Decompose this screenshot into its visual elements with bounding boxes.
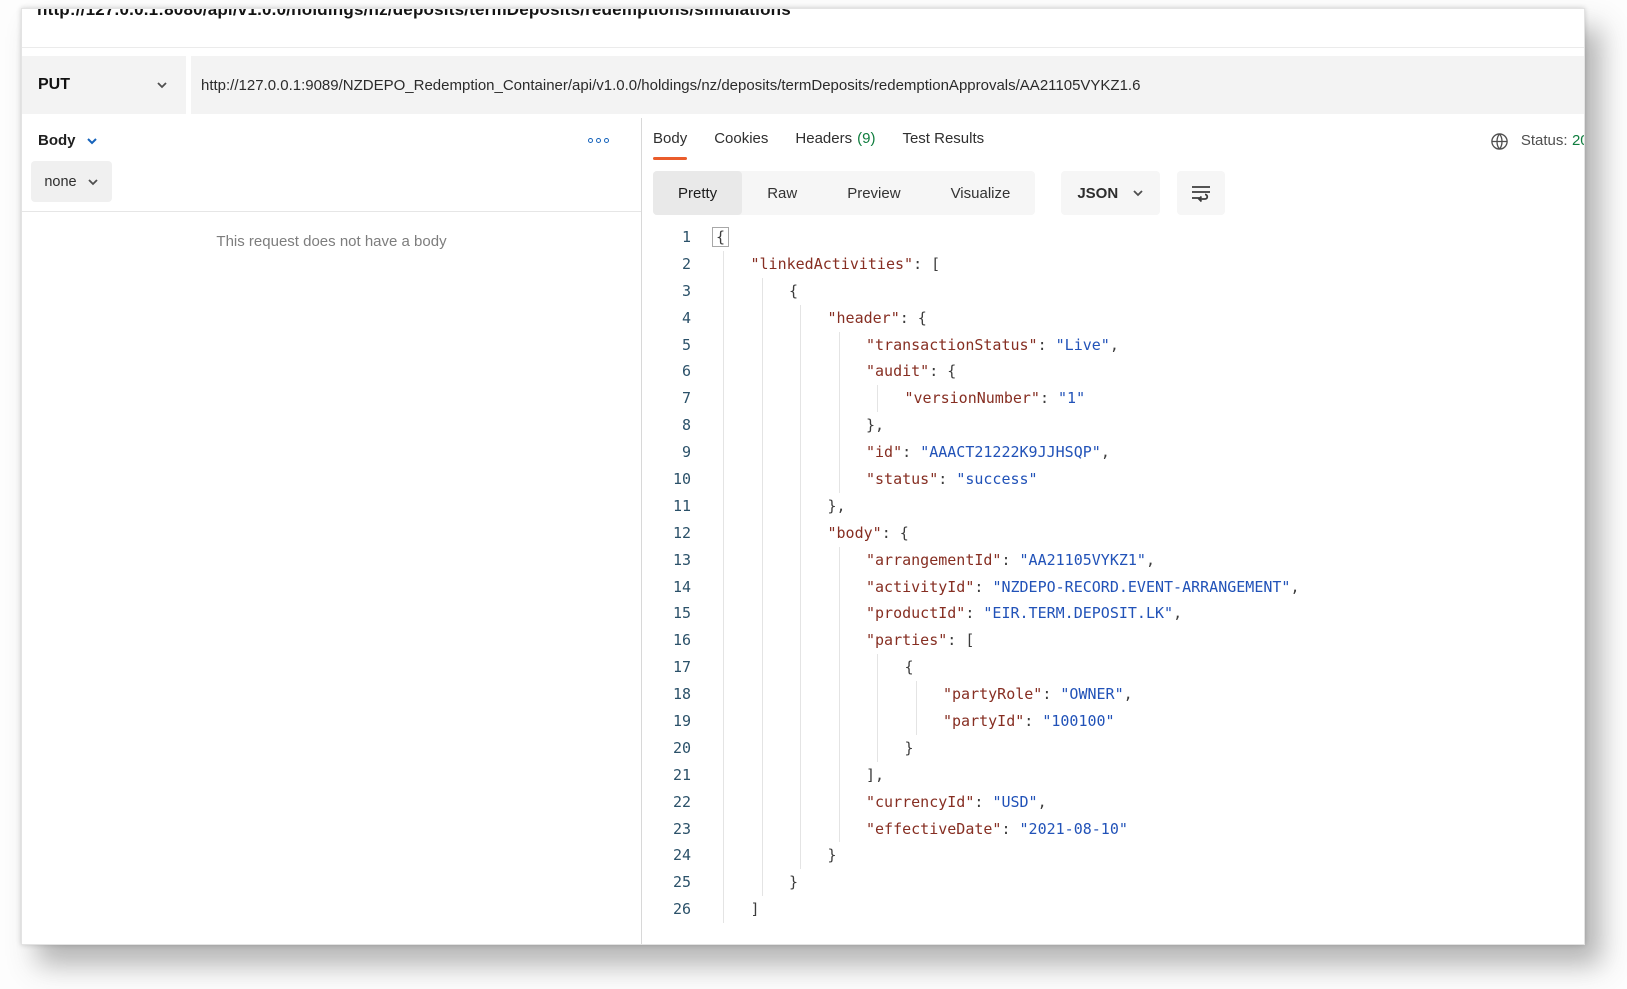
view-mode-visualize[interactable]: Visualize: [926, 171, 1036, 215]
code-line: 11},: [653, 493, 1584, 520]
tab-label: Headers: [795, 130, 852, 147]
code-line: 24}: [653, 842, 1584, 869]
line-number: 22: [653, 789, 712, 816]
code-line: 10"status": "success": [653, 466, 1584, 493]
url-text: http://127.0.0.1:9089/NZDEPO_Redemption_…: [201, 77, 1140, 94]
code-line: 17{: [653, 654, 1584, 681]
tab-body[interactable]: Body: [653, 118, 687, 164]
line-number: 18: [653, 681, 712, 708]
line-number: 8: [653, 412, 712, 439]
code-line: 3{: [653, 278, 1584, 305]
line-number: 23: [653, 816, 712, 843]
more-options-icon[interactable]: [584, 134, 613, 147]
line-number: 11: [653, 493, 712, 520]
line-number: 19: [653, 708, 712, 735]
tab-cookies[interactable]: Cookies: [714, 118, 768, 164]
method-label: PUT: [38, 76, 70, 94]
line-number: 20: [653, 735, 712, 762]
body-type-select[interactable]: none: [31, 161, 112, 202]
line-number: 2: [653, 251, 712, 278]
line-number: 15: [653, 600, 712, 627]
view-mode-switch: PrettyRawPreviewVisualize: [653, 171, 1035, 215]
chevron-down-icon: [156, 79, 168, 91]
code-line: 4"header": {: [653, 305, 1584, 332]
divider: [22, 211, 641, 212]
response-body-code[interactable]: 1{2"linkedActivities": [3{4"header": {5"…: [653, 224, 1584, 923]
wrap-lines-button[interactable]: [1177, 171, 1225, 215]
code-line: 15"productId": "EIR.TERM.DEPOSIT.LK",: [653, 600, 1584, 627]
line-number: 14: [653, 574, 712, 601]
code-line: 13"arrangementId": "AA21105VYKZ1",: [653, 547, 1584, 574]
tab-label: Test Results: [902, 130, 984, 147]
line-number: 6: [653, 358, 712, 385]
line-number: 26: [653, 896, 712, 923]
divider: [22, 47, 1584, 48]
line-number: 10: [653, 466, 712, 493]
code-line: 21],: [653, 762, 1584, 789]
code-line: 18"partyRole": "OWNER",: [653, 681, 1584, 708]
code-line: 7"versionNumber": "1": [653, 385, 1584, 412]
tab-label: Body: [653, 130, 687, 147]
previous-request-url-clipped: http://127.0.0.1:8080/api/v1.0.0/holding…: [22, 9, 1584, 47]
code-line: 9"id": "AAACT21222K9JJHSQP",: [653, 439, 1584, 466]
response-toolbar: PrettyRawPreviewVisualize JSON: [653, 171, 1584, 215]
view-mode-preview[interactable]: Preview: [822, 171, 925, 215]
language-label: JSON: [1077, 185, 1118, 202]
status-label: Status:: [1521, 132, 1568, 149]
wrap-lines-icon: [1190, 183, 1212, 203]
tab-count-badge: (9): [857, 130, 875, 147]
code-line: 8},: [653, 412, 1584, 439]
url-input[interactable]: http://127.0.0.1:9089/NZDEPO_Redemption_…: [191, 56, 1584, 114]
line-number: 9: [653, 439, 712, 466]
code-line: 5"transactionStatus": "Live",: [653, 332, 1584, 359]
line-number: 5: [653, 332, 712, 359]
request-bar: PUT http://127.0.0.1:9089/NZDEPO_Redempt…: [22, 56, 1584, 114]
chevron-down-icon: [86, 135, 98, 147]
line-number: 25: [653, 869, 712, 896]
code-line: 19"partyId": "100100": [653, 708, 1584, 735]
status-value: 200: [1572, 132, 1585, 149]
line-number: 17: [653, 654, 712, 681]
code-line: 16"parties": [: [653, 627, 1584, 654]
code-line: 20}: [653, 735, 1584, 762]
body-section-label: Body: [38, 132, 76, 149]
line-number: 24: [653, 842, 712, 869]
code-line: 6"audit": {: [653, 358, 1584, 385]
response-panel: Body Cookies Headers (9) Test Results Status…: [642, 118, 1584, 944]
view-mode-pretty[interactable]: Pretty: [653, 171, 742, 215]
line-number: 12: [653, 520, 712, 547]
tab-test-results[interactable]: Test Results: [902, 118, 984, 164]
line-number: 13: [653, 547, 712, 574]
line-number: 1: [653, 224, 712, 251]
line-number: 3: [653, 278, 712, 305]
line-number: 4: [653, 305, 712, 332]
method-select[interactable]: PUT: [22, 56, 186, 114]
code-line: 25}: [653, 869, 1584, 896]
code-line: 1{: [653, 224, 1584, 251]
code-line: 23"effectiveDate": "2021-08-10": [653, 816, 1584, 843]
view-mode-raw[interactable]: Raw: [742, 171, 822, 215]
code-line: 2"linkedActivities": [: [653, 251, 1584, 278]
body-section-toggle[interactable]: Body: [38, 132, 98, 149]
code-line: 26]: [653, 896, 1584, 923]
request-body-panel: Body none This request does not have a b…: [22, 118, 642, 944]
line-number: 21: [653, 762, 712, 789]
code-line: 22"currencyId": "USD",: [653, 789, 1584, 816]
line-number: 16: [653, 627, 712, 654]
language-select[interactable]: JSON: [1061, 171, 1160, 215]
code-line: 14"activityId": "NZDEPO-RECORD.EVENT-ARR…: [653, 574, 1584, 601]
globe-icon: [1490, 132, 1509, 151]
chevron-down-icon: [1132, 187, 1144, 199]
empty-body-message: This request does not have a body: [22, 233, 641, 250]
tab-label: Cookies: [714, 130, 768, 147]
app-window: http://127.0.0.1:8080/api/v1.0.0/holding…: [21, 8, 1585, 945]
status-area: Status: 200: [1490, 118, 1585, 164]
response-tabs: Body Cookies Headers (9) Test Results: [653, 118, 984, 164]
line-number: 7: [653, 385, 712, 412]
tab-headers[interactable]: Headers (9): [795, 118, 875, 164]
chevron-down-icon: [87, 176, 99, 188]
previous-url-text: http://127.0.0.1:8080/api/v1.0.0/holding…: [37, 9, 791, 20]
body-type-label: none: [44, 174, 76, 190]
code-line: 12"body": {: [653, 520, 1584, 547]
